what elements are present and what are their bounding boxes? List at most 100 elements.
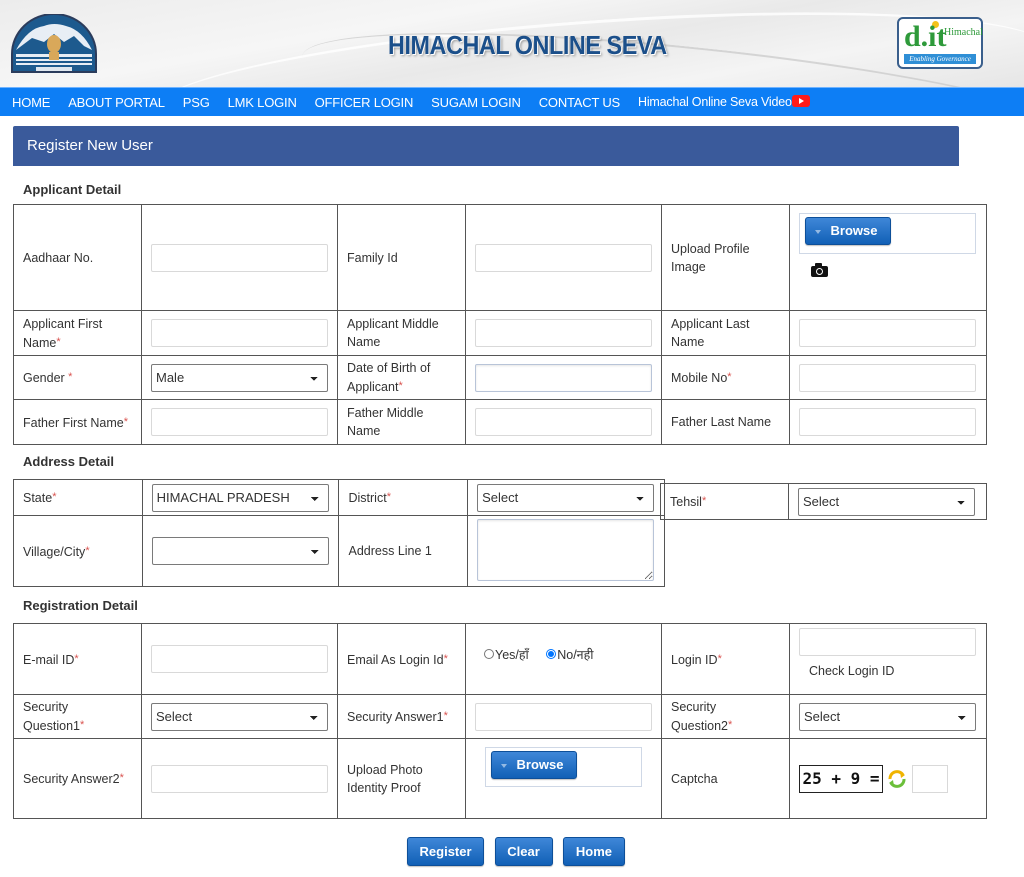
father-middle-label: Father Middle Name — [337, 399, 466, 445]
section-title-applicant: Applicant Detail — [23, 182, 122, 197]
required-marker: * — [79, 719, 85, 731]
site-title: HIMACHAL ONLINE SEVA — [388, 30, 667, 60]
register-button[interactable]: Register — [407, 837, 485, 866]
address-line1-textarea[interactable] — [477, 519, 655, 581]
required-marker: * — [52, 491, 57, 503]
dob-input[interactable] — [475, 363, 652, 392]
address-detail-table: State* HIMACHAL PRADESH District* Select… — [13, 479, 665, 587]
mobile-input[interactable] — [799, 363, 976, 392]
nav-video-link[interactable]: Himachal Online Seva Video — [638, 95, 810, 109]
gender-select[interactable]: Male — [151, 363, 328, 392]
security-question2-select[interactable]: Select — [799, 702, 976, 731]
captcha-label: Captcha — [661, 738, 790, 819]
father-first-label: Father First Name* — [13, 399, 142, 445]
required-marker: * — [717, 652, 722, 665]
nav-contact-us[interactable]: CONTACT US — [539, 95, 621, 110]
middle-name-input[interactable] — [475, 319, 652, 347]
aadhaar-input[interactable] — [151, 243, 328, 272]
mobile-label-text: Mobile No — [671, 371, 728, 385]
nav-about-portal[interactable]: ABOUT PORTAL — [68, 95, 165, 110]
father-first-label-text: Father First Name — [23, 415, 124, 430]
radio-no[interactable]: No/नही — [546, 648, 594, 662]
refresh-captcha-icon[interactable] — [886, 768, 908, 790]
nav-lmk-login[interactable]: LMK LOGIN — [228, 95, 297, 110]
dit-logo-text: d.it — [904, 20, 947, 53]
gender-label-text: Gender — [23, 371, 69, 385]
security-question1-label: Security Question1* — [13, 694, 142, 739]
tehsil-label: Tehsil* — [660, 483, 789, 520]
security-answer2-label: Security Answer2* — [13, 738, 142, 819]
family-id-label: Family Id — [337, 204, 466, 311]
district-label-text: District — [348, 491, 387, 505]
id-proof-browse-button[interactable]: Browse — [491, 751, 577, 779]
camera-icon — [811, 263, 828, 277]
last-name-input[interactable] — [799, 319, 976, 347]
login-id-label-text: Login ID — [671, 652, 718, 667]
security-answer1-input[interactable] — [475, 702, 652, 731]
village-select[interactable] — [151, 537, 329, 565]
security-answer2-input[interactable] — [151, 764, 328, 793]
village-label: Village/City* — [13, 515, 143, 587]
tehsil-table: Tehsil* Select — [660, 483, 987, 520]
security-question2-label: Security Question2* — [661, 694, 790, 739]
youtube-icon — [791, 95, 810, 107]
chevron-down-icon — [815, 230, 821, 234]
nav-officer-login[interactable]: OFFICER LOGIN — [315, 95, 414, 110]
nav-sugam-login[interactable]: SUGAM LOGIN — [431, 95, 521, 110]
dit-logo[interactable]: d.it Himachal Enabling Governance — [897, 17, 983, 69]
tehsil-select[interactable]: Select — [798, 487, 975, 516]
sa1-label-text: Security Answer1 — [347, 710, 444, 724]
required-marker: * — [123, 415, 128, 428]
aadhaar-label: Aadhaar No. — [13, 204, 142, 311]
page-title: Register New User — [13, 126, 959, 166]
security-question1-select[interactable]: Select — [151, 702, 328, 731]
home-button[interactable]: Home — [562, 837, 625, 866]
login-id-input[interactable] — [799, 628, 976, 656]
nav-video-label: Himachal Online Seva Video — [638, 95, 792, 109]
main-nav: HOME ABOUT PORTAL PSG LMK LOGIN OFFICER … — [0, 87, 1024, 116]
required-marker: * — [85, 544, 90, 557]
gender-label: Gender * — [13, 355, 142, 400]
father-first-input[interactable] — [151, 408, 328, 436]
family-id-input[interactable] — [475, 243, 652, 272]
email-input[interactable] — [151, 645, 328, 673]
email-label-text: E-mail ID — [23, 652, 75, 667]
id-proof-upload[interactable]: Browse — [485, 747, 642, 787]
profile-image-upload[interactable]: Browse — [799, 213, 976, 254]
father-middle-input[interactable] — [475, 408, 652, 436]
required-marker: * — [386, 491, 391, 503]
section-title-registration: Registration Detail — [23, 598, 138, 613]
required-marker: * — [74, 652, 79, 665]
profile-browse-button[interactable]: Browse — [805, 217, 891, 245]
required-marker: * — [398, 380, 403, 392]
required-marker: * — [68, 371, 73, 383]
required-marker: * — [701, 495, 707, 507]
nav-home[interactable]: HOME — [12, 95, 50, 110]
district-select[interactable]: Select — [477, 483, 655, 512]
email-as-login-label-text: Email As Login Id — [347, 652, 444, 667]
sq1-label-text: Security Question1 — [23, 700, 80, 733]
sa2-label-text: Security Answer2 — [23, 772, 120, 786]
required-marker: * — [119, 772, 124, 784]
first-name-input[interactable] — [151, 319, 328, 347]
address-line1-label: Address Line 1 — [338, 515, 469, 587]
security-answer1-label: Security Answer1* — [337, 694, 466, 739]
required-marker: * — [56, 335, 61, 348]
radio-no-input[interactable] — [546, 649, 557, 659]
dit-logo-tagline: Enabling Governance — [904, 54, 976, 64]
check-login-id-link[interactable]: Check Login ID — [809, 662, 977, 680]
site-header: HIMACHAL ONLINE SEVA d.it Himachal Enabl… — [0, 0, 1024, 87]
himachal-emblem-logo[interactable] — [10, 14, 98, 74]
state-select[interactable]: HIMACHAL PRADESH — [151, 483, 329, 512]
first-name-label-text: Applicant First Name — [23, 316, 103, 350]
upload-profile-label: Upload Profile Image — [661, 204, 790, 311]
father-last-input[interactable] — [799, 408, 976, 436]
form-actions: Register Clear Home — [0, 837, 1024, 866]
clear-button[interactable]: Clear — [494, 837, 553, 866]
nav-psg[interactable]: PSG — [183, 95, 210, 110]
middle-name-label: Applicant Middle Name — [337, 310, 466, 356]
radio-yes[interactable]: Yes/हाँ — [484, 648, 529, 662]
captcha-input[interactable] — [912, 764, 948, 793]
radio-yes-label: Yes/हाँ — [495, 648, 529, 662]
radio-yes-input[interactable] — [484, 649, 494, 659]
